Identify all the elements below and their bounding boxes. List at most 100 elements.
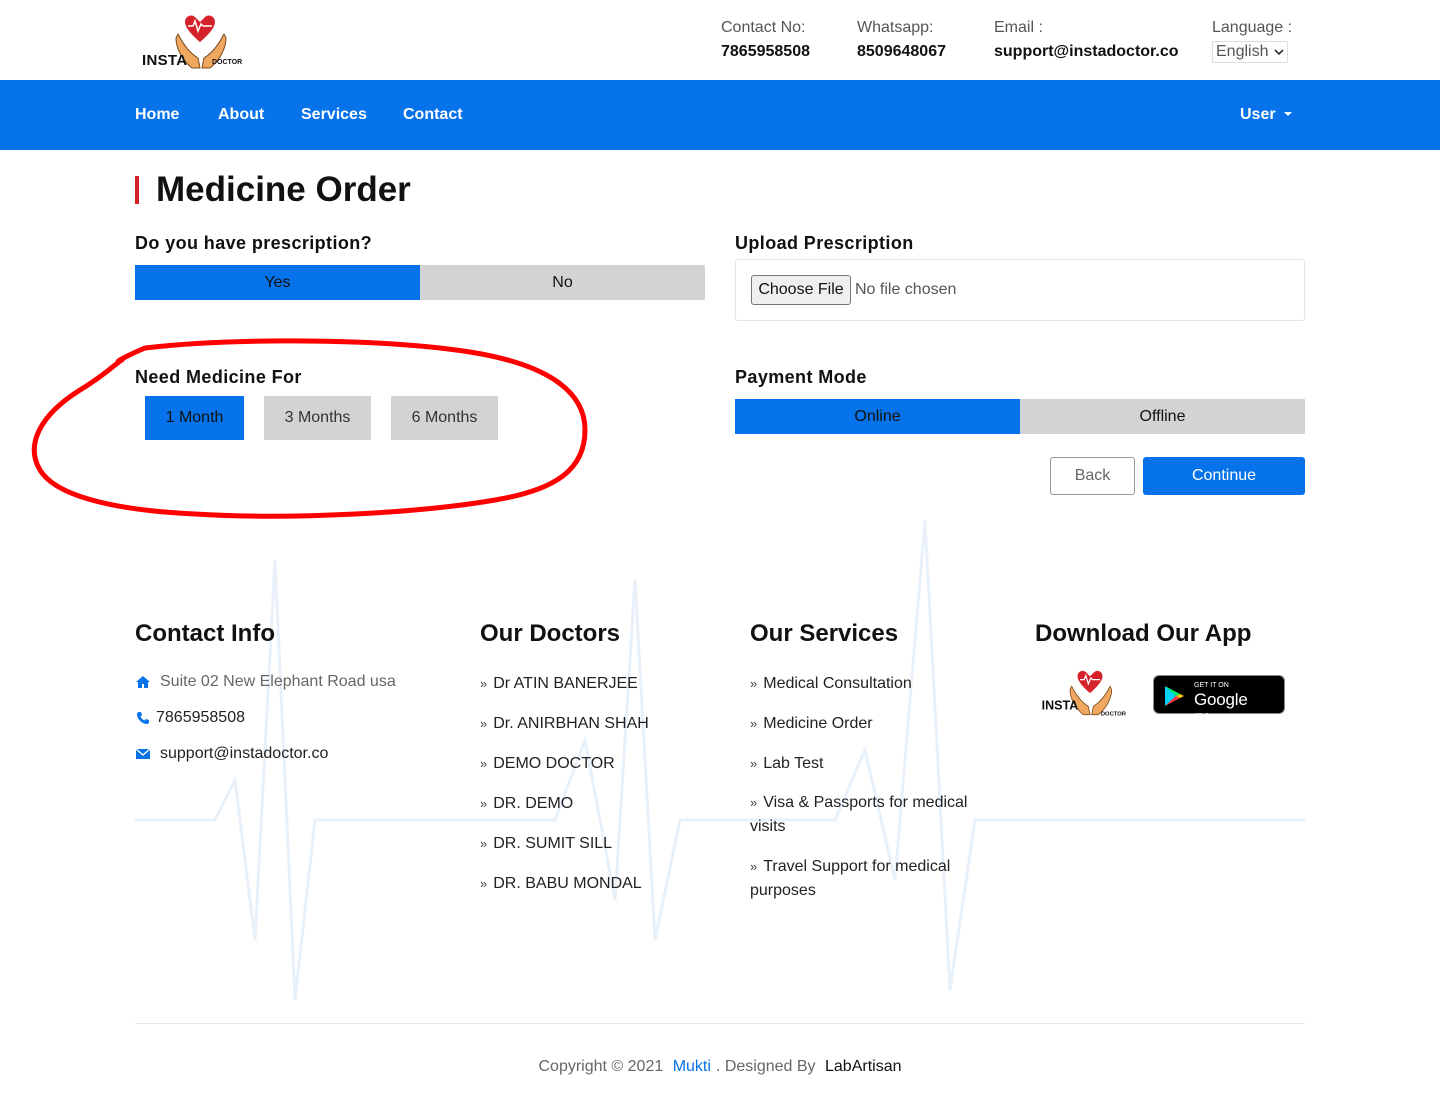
- footer-address: Suite 02 New Elephant Road usa: [135, 673, 396, 691]
- footer-services-heading: Our Services: [750, 620, 899, 647]
- gplay-big-text: Google Play: [1194, 690, 1248, 729]
- footer-email: support@instadoctor.co: [135, 745, 328, 763]
- service-link[interactable]: » Lab Test: [750, 752, 990, 776]
- phone-icon: [137, 712, 149, 724]
- upload-prescription-label: Upload Prescription: [735, 233, 914, 253]
- double-chevron-right-icon: »: [750, 795, 758, 810]
- caret-down-icon: [1283, 112, 1292, 116]
- service-link[interactable]: » Medicine Order: [750, 712, 990, 736]
- payment-online-option[interactable]: Online: [735, 399, 1020, 434]
- back-button[interactable]: Back: [1050, 457, 1135, 495]
- double-chevron-right-icon: »: [480, 796, 488, 811]
- service-link[interactable]: » Visa & Passports for medical visits: [750, 791, 990, 839]
- gplay-small-text: GET IT ON: [1194, 682, 1229, 689]
- copyright-line: Copyright © 2021 Mukti. Designed By LabA…: [0, 1058, 1440, 1076]
- no-file-text: No file chosen: [855, 281, 957, 298]
- service-name: Travel Support for medical purposes: [750, 858, 951, 899]
- double-chevron-right-icon: »: [480, 876, 488, 891]
- language-block: Language : English: [1212, 18, 1292, 63]
- prescription-toggle: Yes No: [135, 265, 705, 300]
- footer-address-text: Suite 02 New Elephant Road usa: [160, 673, 396, 690]
- service-name: Medical Consultation: [763, 675, 912, 692]
- footer-divider: [135, 1023, 1305, 1024]
- designer-link[interactable]: LabArtisan: [825, 1058, 902, 1075]
- site-logo[interactable]: INSTA DOCTOR: [140, 12, 248, 72]
- contact-label: Contact No:: [721, 19, 806, 36]
- language-select[interactable]: English: [1212, 41, 1288, 63]
- service-link[interactable]: » Travel Support for medical purposes: [750, 855, 990, 903]
- payment-mode-toggle: Online Offline: [735, 399, 1305, 434]
- double-chevron-right-icon: »: [750, 716, 758, 731]
- double-chevron-right-icon: »: [480, 676, 488, 691]
- nav-about[interactable]: About: [218, 105, 264, 125]
- nav-services[interactable]: Services: [301, 105, 367, 125]
- payment-mode-label: Payment Mode: [735, 367, 867, 387]
- brand-link[interactable]: Mukti: [673, 1058, 711, 1075]
- footer-app-logo[interactable]: INSTA DOCTOR: [1040, 668, 1130, 718]
- doctor-link[interactable]: » Dr. ANIRBHAN SHAH: [480, 712, 649, 736]
- svg-text:INSTA: INSTA: [1042, 699, 1079, 713]
- red-annotation-ellipse: [31, 338, 588, 519]
- whatsapp-block: Whatsapp: 8509648067: [857, 18, 946, 62]
- doctor-name: DR. DEMO: [493, 795, 574, 812]
- doctor-link[interactable]: » DR. SUMIT SILL: [480, 832, 649, 856]
- service-name: Visa & Passports for medical visits: [750, 794, 968, 835]
- nav-home[interactable]: Home: [135, 105, 179, 125]
- payment-offline-option[interactable]: Offline: [1020, 399, 1305, 434]
- footer-doctors-list: » Dr ATIN BANERJEE » Dr. ANIRBHAN SHAH » DE…: [480, 672, 649, 896]
- whatsapp-label: Whatsapp:: [857, 19, 934, 36]
- prescription-yes-option[interactable]: Yes: [135, 265, 420, 300]
- mail-icon: [135, 748, 151, 759]
- double-chevron-right-icon: »: [750, 676, 758, 691]
- double-chevron-right-icon: »: [480, 716, 488, 731]
- upload-prescription-box: Choose File No file chosen: [735, 259, 1305, 321]
- language-label: Language :: [1212, 19, 1293, 36]
- user-dropdown[interactable]: User: [1240, 105, 1292, 125]
- prescription-question: Do you have prescription?: [135, 233, 373, 253]
- footer-phone: 7865958508: [135, 709, 245, 727]
- google-play-badge[interactable]: GET IT ON Google Play: [1153, 675, 1285, 729]
- language-value: English: [1216, 43, 1269, 60]
- doctor-name: DR. BABU MONDAL: [493, 875, 642, 892]
- contact-value[interactable]: 7865958508: [721, 42, 810, 62]
- double-chevron-right-icon: »: [750, 756, 758, 771]
- email-label: Email :: [994, 19, 1043, 36]
- service-name: Lab Test: [763, 755, 824, 772]
- footer-phone-text[interactable]: 7865958508: [156, 709, 245, 727]
- doctor-link[interactable]: » Dr ATIN BANERJEE: [480, 672, 649, 696]
- doctor-link[interactable]: » DEMO DOCTOR: [480, 752, 649, 776]
- prescription-no-option[interactable]: No: [420, 265, 705, 300]
- title-accent-bar: [135, 176, 139, 204]
- footer-email-text[interactable]: support@instadoctor.co: [160, 745, 328, 763]
- svg-text:DOCTOR: DOCTOR: [1101, 712, 1127, 718]
- nav-contact[interactable]: Contact: [403, 105, 463, 125]
- logo-text: INSTA: [142, 52, 188, 69]
- email-block: Email : support@instadoctor.co: [994, 18, 1179, 62]
- doctor-link[interactable]: » DR. DEMO: [480, 792, 649, 816]
- google-play-icon: [1165, 686, 1184, 706]
- service-name: Medicine Order: [763, 715, 873, 732]
- doctor-name: DEMO DOCTOR: [493, 755, 615, 772]
- doctor-name: Dr. ANIRBHAN SHAH: [493, 715, 649, 732]
- page-title: Medicine Order: [156, 170, 411, 209]
- double-chevron-right-icon: »: [480, 756, 488, 771]
- logo-subtext: DOCTOR: [212, 59, 243, 66]
- footer-doctors-heading: Our Doctors: [480, 620, 621, 647]
- footer-services-list: » Medical Consultation » Medicine Order » L…: [750, 672, 990, 903]
- whatsapp-value[interactable]: 8509648067: [857, 42, 946, 62]
- service-link[interactable]: » Medical Consultation: [750, 672, 990, 696]
- copyright-prefix: Copyright © 2021: [538, 1058, 664, 1075]
- chevron-down-icon: [1274, 49, 1284, 56]
- doctor-name: DR. SUMIT SILL: [493, 835, 613, 852]
- doctor-link[interactable]: » DR. BABU MONDAL: [480, 872, 649, 896]
- heart-hands-icon: INSTA DOCTOR: [1042, 670, 1127, 718]
- choose-file-button[interactable]: Choose File: [751, 275, 851, 305]
- continue-button[interactable]: Continue: [1143, 457, 1305, 495]
- footer-app-heading: Download Our App: [1035, 620, 1252, 647]
- footer-contact-heading: Contact Info: [135, 620, 275, 647]
- email-value[interactable]: support@instadoctor.co: [994, 42, 1179, 62]
- top-bar: INSTA DOCTOR Contact No: 7865958508 What…: [0, 0, 1440, 80]
- doctor-name: Dr ATIN BANERJEE: [493, 675, 638, 692]
- user-label: User: [1240, 106, 1276, 123]
- heartbeat-background-graphic: [135, 520, 1305, 1001]
